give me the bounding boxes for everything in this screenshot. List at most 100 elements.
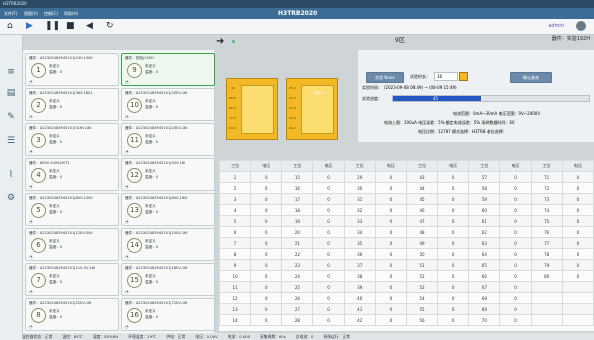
device-card[interactable]: 器件：A22302483945101|316V-16I 3 未定义 温度：0 ◔ bbox=[25, 123, 119, 156]
pause-icon[interactable]: ❚❚ bbox=[45, 22, 60, 31]
table-cell: 2 bbox=[218, 182, 252, 194]
calendar-icon[interactable] bbox=[459, 72, 468, 81]
device-temp: 温度：0 bbox=[49, 315, 63, 319]
device-state: 未定义 bbox=[145, 204, 156, 208]
confirm-query-button[interactable]: 确认查询 bbox=[510, 72, 552, 83]
device-temp: 温度：0 bbox=[49, 210, 63, 214]
user-name[interactable]: admin bbox=[548, 23, 564, 29]
device-card[interactable]: 器件：600V-100049/T1 4 未定义 温度：0 ◔ bbox=[25, 158, 119, 191]
table-row: 9 0 23 0 37 0 51 0 65 0 79 0 bbox=[218, 259, 594, 271]
table-cell bbox=[561, 303, 594, 315]
gear-icon[interactable]: ⚙ bbox=[5, 193, 17, 203]
table-cell: 79 bbox=[530, 259, 563, 271]
table-cell: 19 bbox=[281, 215, 314, 227]
device-temp: 温度：0 bbox=[145, 105, 159, 109]
table-cell: 40 bbox=[343, 292, 376, 304]
table-header: 工位 bbox=[343, 160, 376, 172]
speaker-icon[interactable]: ◀ bbox=[86, 22, 93, 31]
table-cell: 0 bbox=[499, 281, 532, 293]
table-cell: 0 bbox=[437, 182, 470, 194]
device-card[interactable]: 器件：A22302483945101|110-5V-16I 7 未定义 温度：0 ◔ bbox=[25, 263, 119, 296]
device-card[interactable]: 器件：A22302483945101|220V-16I 8 未定义 温度：0 ◔ bbox=[25, 298, 119, 331]
table-cell: 38 bbox=[343, 270, 376, 282]
menu-view[interactable]: 视图(V) bbox=[24, 11, 38, 17]
device-card[interactable]: 器件：A22302483945101|120V-50II 6 未定义 温度：0 ◔ bbox=[25, 228, 119, 261]
start-test-button[interactable]: 实验 None bbox=[366, 72, 404, 83]
table-cell: 0 bbox=[312, 259, 345, 271]
table-row: 12 0 26 0 40 0 54 0 68 0 bbox=[218, 292, 594, 304]
table-cell: 77 bbox=[530, 237, 563, 249]
table-cell: 8 bbox=[218, 248, 252, 260]
table-header: 工位 bbox=[281, 160, 314, 172]
table-cell: 0 bbox=[437, 292, 470, 304]
home-icon[interactable]: ⌂ bbox=[7, 22, 13, 31]
device-card[interactable]: 器件：A22302483945101|200V-16I 10 未定义 温度：0 ◔ bbox=[121, 88, 215, 121]
play-icon[interactable]: ▶ bbox=[26, 22, 33, 31]
table-cell: 0 bbox=[499, 303, 532, 315]
arrow-right-icon[interactable]: ➜ bbox=[216, 36, 224, 47]
device-card[interactable]: 器件：A22302483945101|240V-16I 11 未定义 温度：0 ◔ bbox=[121, 123, 215, 156]
status-item: 湿度：85%RH bbox=[92, 334, 119, 339]
table-cell: 45 bbox=[405, 193, 439, 205]
test-time-input[interactable]: 16 bbox=[434, 72, 458, 81]
test-progress-bar: 45 bbox=[392, 95, 590, 102]
table-cell: 1 bbox=[218, 171, 252, 183]
table-cell: 0 bbox=[499, 226, 532, 238]
table-cell: 6 bbox=[218, 226, 252, 238]
status-item: 环境温度：29℃ bbox=[128, 334, 157, 339]
device-card[interactable]: 器件：A22302483945101|150V-16I 14 未定义 温度：0 ◔ bbox=[121, 228, 215, 261]
table-cell: 0 bbox=[561, 259, 594, 271]
table-header: 电压 bbox=[312, 160, 345, 172]
edit-icon[interactable]: ✎ bbox=[5, 112, 17, 122]
table-cell: 59 bbox=[468, 193, 501, 205]
table-cell: 0 bbox=[250, 259, 283, 271]
table-cell: 0 bbox=[250, 270, 283, 282]
table-cell: 5 bbox=[218, 215, 252, 227]
device-card[interactable]: 器件：A22302483945101|80V-150II 5 未定义 温度：0 ◔ bbox=[25, 193, 119, 226]
device-state: 未定义 bbox=[145, 274, 156, 278]
gauge-tick: 31.2 bbox=[289, 96, 296, 100]
list-icon[interactable]: ▤ bbox=[5, 88, 17, 98]
table-header: 电压 bbox=[250, 160, 283, 172]
table-cell: 44 bbox=[405, 182, 439, 194]
device-card[interactable]: 器件：A22302483945101|40V-16I 12 未定义 温度：0 ◔ bbox=[121, 158, 215, 191]
device-number: 7 bbox=[31, 273, 46, 288]
menu-icon[interactable]: ≡ bbox=[5, 67, 17, 77]
table-cell: 9 bbox=[218, 259, 252, 271]
user-avatar-icon[interactable] bbox=[576, 21, 586, 31]
device-card[interactable]: 器件：A22302483945101|36V-1601 2 未定义 温度：0 ◔ bbox=[25, 88, 119, 121]
device-panel: 器件：A22302483945101|24V-150II 1 未定义 温度：0 ◔ 器件：… bbox=[23, 50, 215, 335]
device-clock-icon: ◔ bbox=[29, 219, 33, 224]
table-cell: 0 bbox=[312, 303, 345, 315]
device-card[interactable]: 器件：A22302483945101|180V-16I 15 未定义 温度：0 ◔ bbox=[121, 263, 215, 296]
table-cell bbox=[530, 314, 563, 326]
voltage-gauge: 96 88.8 80.0 72.3 64.8 bbox=[226, 78, 278, 140]
table-cell: 0 bbox=[437, 215, 470, 227]
table-cell: 63 bbox=[468, 237, 501, 249]
menu-file[interactable]: 文件(F) bbox=[4, 11, 17, 17]
sidebar: ≡ ▤ ✎ ☰ ⌇ ⚙ bbox=[0, 35, 23, 340]
menu-control[interactable]: 控制(C) bbox=[44, 11, 58, 17]
spec-line-2: 电流上限：100uA 电压误差：5% 额定电流误差：5% 采样数据时间：60 bbox=[384, 120, 515, 125]
device-card[interactable]: 器件：A22302483945101|720V-16I 16 未定义 温度：0 ◔ bbox=[121, 298, 215, 331]
settings-icon[interactable]: ☰ bbox=[5, 136, 17, 146]
gauge-tick: 27.6 bbox=[289, 106, 296, 110]
refresh-icon[interactable]: ↻ bbox=[106, 22, 114, 31]
table-cell: 42 bbox=[343, 314, 376, 326]
table-cell: 0 bbox=[374, 193, 407, 205]
device-card[interactable]: 器件：刻检|192H 9 未定义 温度：0 ◔ bbox=[121, 53, 215, 86]
device-card[interactable]: 器件：A22302483945101|24V-150II 1 未定义 温度：0 ◔ bbox=[25, 53, 119, 86]
menu-help[interactable]: 帮助(H) bbox=[64, 11, 78, 17]
device-state: 未定义 bbox=[145, 64, 156, 68]
status-dot bbox=[232, 40, 235, 43]
device-state: 未定义 bbox=[49, 99, 60, 103]
stop-icon[interactable]: ■ bbox=[66, 22, 75, 31]
table-cell: 0 bbox=[499, 171, 532, 183]
table-cell bbox=[530, 281, 563, 293]
chart-icon[interactable]: ⌇ bbox=[5, 170, 17, 180]
table-header: 工位 bbox=[405, 160, 439, 172]
table-header: 工位 bbox=[468, 160, 501, 172]
device-clock-icon: ◔ bbox=[125, 114, 129, 119]
spec-line-1: 电流范围：0mA~30mA 电压范围：0V~2000V bbox=[453, 111, 541, 116]
device-card[interactable]: 器件：A22302483945101|60V-160I 13 未定义 温度：0 ◔ bbox=[121, 193, 215, 226]
